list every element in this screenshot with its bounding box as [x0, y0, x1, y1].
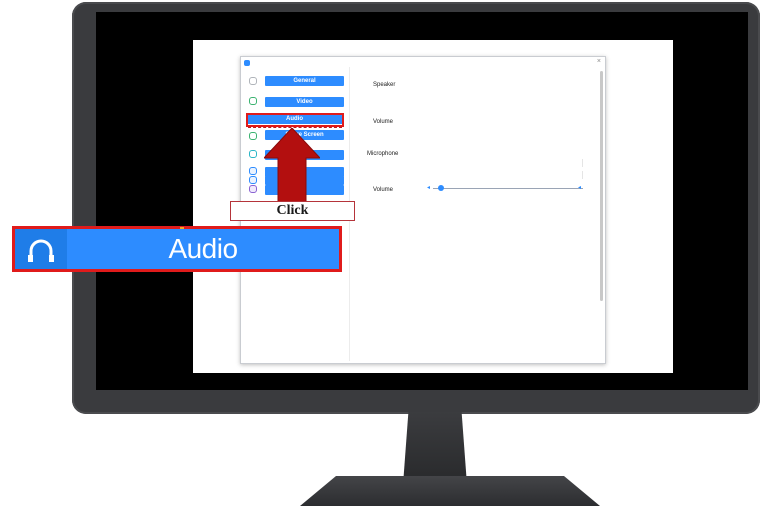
cursor-marker: [180, 227, 184, 229]
sidebar-item-video[interactable]: Video: [265, 97, 344, 107]
chat-icon: [249, 150, 257, 158]
close-icon[interactable]: ×: [597, 58, 601, 66]
speaker-volume-label: Volume: [373, 119, 394, 125]
video-icon: [249, 97, 257, 105]
sidebar-item-label: Video: [296, 99, 313, 105]
audio-zoom-callout: Audio: [12, 226, 342, 272]
volume-high-icon: ◂: [578, 185, 582, 191]
background-icon: [249, 167, 257, 175]
audio-zoom-label: Audio: [168, 233, 238, 264]
scrollbar[interactable]: [600, 71, 603, 301]
audio-highlight-frame: [246, 113, 344, 127]
slider-handle[interactable]: [437, 185, 444, 191]
app-icon: [244, 60, 250, 66]
headphones-icon: [28, 239, 54, 262]
sidebar-item-label: General: [293, 78, 316, 84]
divider-mark: [582, 159, 583, 167]
microphone-label: Microphone: [367, 151, 399, 157]
share-screen-icon: [249, 132, 257, 140]
microphone-volume-slider[interactable]: [433, 188, 583, 189]
speaker-label: Speaker: [373, 82, 396, 88]
click-label: Click: [230, 201, 355, 221]
microphone-volume-label: Volume: [373, 187, 394, 193]
monitor-stand-base: [300, 476, 600, 506]
audio-zoom-iconbox: [15, 229, 67, 269]
volume-low-icon: ◂: [427, 185, 431, 191]
sidebar-item-general[interactable]: General: [265, 76, 344, 86]
gear-icon: [249, 77, 257, 85]
recording-icon: [249, 176, 257, 184]
profile-icon: [249, 185, 257, 193]
divider-mark: [582, 171, 583, 179]
up-arrow-icon: [264, 128, 320, 202]
monitor-stand-neck: [403, 412, 467, 478]
